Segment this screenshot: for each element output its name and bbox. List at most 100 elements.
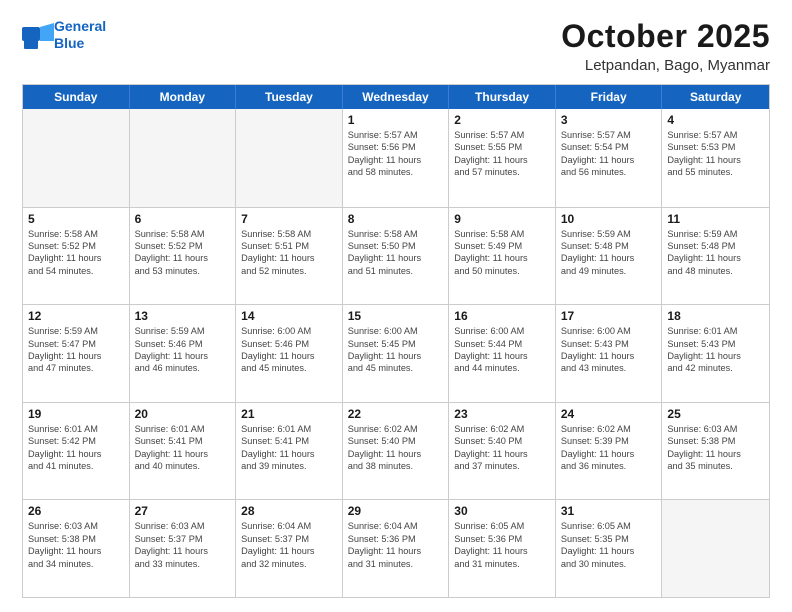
cell-text: Sunrise: 5:59 AMSunset: 5:48 PMDaylight:… — [561, 228, 657, 278]
calendar-cell: 24 Sunrise: 6:02 AMSunset: 5:39 PMDayligh… — [556, 403, 663, 500]
calendar-cell: 28 Sunrise: 6:04 AMSunset: 5:37 PMDayligh… — [236, 500, 343, 597]
day-number: 17 — [561, 309, 657, 323]
day-number: 30 — [454, 504, 550, 518]
cell-text: Sunrise: 6:00 AMSunset: 5:46 PMDaylight:… — [241, 325, 337, 375]
header-day-tuesday: Tuesday — [236, 85, 343, 109]
calendar-row: 26Sunrise: 6:03 AMSunset: 5:38 PMDayligh… — [23, 499, 769, 597]
calendar-cell: 10 Sunrise: 5:59 AMSunset: 5:48 PMDayligh… — [556, 208, 663, 305]
cell-text: Sunrise: 6:02 AMSunset: 5:40 PMDaylight:… — [348, 423, 444, 473]
calendar-cell: 12 Sunrise: 5:59 AMSunset: 5:47 PMDayligh… — [23, 305, 130, 402]
cell-text: Sunrise: 5:58 AMSunset: 5:51 PMDaylight:… — [241, 228, 337, 278]
day-number: 13 — [135, 309, 231, 323]
cell-text: Sunrise: 6:05 AMSunset: 5:35 PMDaylight:… — [561, 520, 657, 570]
cell-text: Sunrise: 6:04 AMSunset: 5:37 PMDaylight:… — [241, 520, 337, 570]
calendar-cell: 4 Sunrise: 5:57 AMSunset: 5:53 PMDaylight… — [662, 109, 769, 207]
cell-text: Sunrise: 5:59 AMSunset: 5:47 PMDaylight:… — [28, 325, 124, 375]
day-number: 4 — [667, 113, 764, 127]
day-number: 8 — [348, 212, 444, 226]
logo-icon — [22, 23, 50, 47]
day-number: 11 — [667, 212, 764, 226]
calendar-cell: 20 Sunrise: 6:01 AMSunset: 5:41 PMDayligh… — [130, 403, 237, 500]
calendar-cell: 14 Sunrise: 6:00 AMSunset: 5:46 PMDayligh… — [236, 305, 343, 402]
cell-text: Sunrise: 5:58 AMSunset: 5:49 PMDaylight:… — [454, 228, 550, 278]
calendar-page: General Blue October 2025 Letpandan, Bag… — [0, 0, 792, 612]
cell-text: Sunrise: 6:03 AMSunset: 5:38 PMDaylight:… — [667, 423, 764, 473]
calendar-row: 12 Sunrise: 5:59 AMSunset: 5:47 PMDayligh… — [23, 304, 769, 402]
calendar-cell: 1 Sunrise: 5:57 AMSunset: 5:56 PMDaylight… — [343, 109, 450, 207]
day-number: 2 — [454, 113, 550, 127]
cell-text: Sunrise: 6:03 AMSunset: 5:37 PMDaylight:… — [135, 520, 231, 570]
header-day-wednesday: Wednesday — [343, 85, 450, 109]
calendar-header: SundayMondayTuesdayWednesdayThursdayFrid… — [23, 85, 769, 109]
cell-text: Sunrise: 6:01 AMSunset: 5:41 PMDaylight:… — [135, 423, 231, 473]
calendar: SundayMondayTuesdayWednesdayThursdayFrid… — [22, 84, 770, 598]
cell-text: Sunrise: 6:00 AMSunset: 5:44 PMDaylight:… — [454, 325, 550, 375]
day-number: 14 — [241, 309, 337, 323]
title-block: October 2025 Letpandan, Bago, Myanmar — [561, 18, 770, 74]
day-number: 28 — [241, 504, 337, 518]
day-number: 23 — [454, 407, 550, 421]
day-number: 22 — [348, 407, 444, 421]
header-day-thursday: Thursday — [449, 85, 556, 109]
calendar-cell — [662, 500, 769, 597]
logo-text: General Blue — [54, 18, 106, 52]
cell-text: Sunrise: 6:02 AMSunset: 5:40 PMDaylight:… — [454, 423, 550, 473]
cell-text: Sunrise: 5:59 AMSunset: 5:48 PMDaylight:… — [667, 228, 764, 278]
calendar-cell — [130, 109, 237, 207]
header-day-sunday: Sunday — [23, 85, 130, 109]
calendar-row: 1 Sunrise: 5:57 AMSunset: 5:56 PMDaylight… — [23, 109, 769, 207]
calendar-cell: 21 Sunrise: 6:01 AMSunset: 5:41 PMDayligh… — [236, 403, 343, 500]
cell-text: Sunrise: 5:57 AMSunset: 5:55 PMDaylight:… — [454, 129, 550, 179]
calendar-cell: 7 Sunrise: 5:58 AMSunset: 5:51 PMDaylight… — [236, 208, 343, 305]
calendar-cell: 3Sunrise: 5:57 AMSunset: 5:54 PMDaylight… — [556, 109, 663, 207]
calendar-cell: 13 Sunrise: 5:59 AMSunset: 5:46 PMDayligh… — [130, 305, 237, 402]
logo: General Blue — [22, 18, 106, 52]
day-number: 1 — [348, 113, 444, 127]
cell-text: Sunrise: 6:00 AMSunset: 5:43 PMDaylight:… — [561, 325, 657, 375]
day-number: 20 — [135, 407, 231, 421]
day-number: 27 — [135, 504, 231, 518]
day-number: 21 — [241, 407, 337, 421]
calendar-cell: 2 Sunrise: 5:57 AMSunset: 5:55 PMDaylight… — [449, 109, 556, 207]
day-number: 24 — [561, 407, 657, 421]
calendar-cell: 27 Sunrise: 6:03 AMSunset: 5:37 PMDayligh… — [130, 500, 237, 597]
cell-text: Sunrise: 5:57 AMSunset: 5:56 PMDaylight:… — [348, 129, 444, 179]
cell-text: Sunrise: 5:57 AMSunset: 5:53 PMDaylight:… — [667, 129, 764, 179]
calendar-cell: 5 Sunrise: 5:58 AMSunset: 5:52 PMDaylight… — [23, 208, 130, 305]
cell-text: Sunrise: 5:58 AMSunset: 5:52 PMDaylight:… — [28, 228, 124, 278]
day-number: 31 — [561, 504, 657, 518]
page-header: General Blue October 2025 Letpandan, Bag… — [22, 18, 770, 74]
cell-text: Sunrise: 6:05 AMSunset: 5:36 PMDaylight:… — [454, 520, 550, 570]
calendar-cell: 9Sunrise: 5:58 AMSunset: 5:49 PMDaylight… — [449, 208, 556, 305]
calendar-cell: 31 Sunrise: 6:05 AMSunset: 5:35 PMDayligh… — [556, 500, 663, 597]
calendar-cell: 30 Sunrise: 6:05 AMSunset: 5:36 PMDayligh… — [449, 500, 556, 597]
cell-text: Sunrise: 5:59 AMSunset: 5:46 PMDaylight:… — [135, 325, 231, 375]
day-number: 12 — [28, 309, 124, 323]
cell-text: Sunrise: 6:04 AMSunset: 5:36 PMDaylight:… — [348, 520, 444, 570]
day-number: 18 — [667, 309, 764, 323]
calendar-body: 1 Sunrise: 5:57 AMSunset: 5:56 PMDaylight… — [23, 109, 769, 597]
day-number: 16 — [454, 309, 550, 323]
day-number: 26 — [28, 504, 124, 518]
month-title: October 2025 — [561, 18, 770, 55]
calendar-cell: 6Sunrise: 5:58 AMSunset: 5:52 PMDaylight… — [130, 208, 237, 305]
calendar-cell: 29Sunrise: 6:04 AMSunset: 5:36 PMDayligh… — [343, 500, 450, 597]
cell-text: Sunrise: 6:01 AMSunset: 5:41 PMDaylight:… — [241, 423, 337, 473]
day-number: 7 — [241, 212, 337, 226]
calendar-cell: 23 Sunrise: 6:02 AMSunset: 5:40 PMDayligh… — [449, 403, 556, 500]
cell-text: Sunrise: 6:00 AMSunset: 5:45 PMDaylight:… — [348, 325, 444, 375]
header-day-saturday: Saturday — [662, 85, 769, 109]
calendar-cell: 11 Sunrise: 5:59 AMSunset: 5:48 PMDayligh… — [662, 208, 769, 305]
cell-text: Sunrise: 6:02 AMSunset: 5:39 PMDaylight:… — [561, 423, 657, 473]
cell-text: Sunrise: 6:01 AMSunset: 5:42 PMDaylight:… — [28, 423, 124, 473]
cell-text: Sunrise: 6:01 AMSunset: 5:43 PMDaylight:… — [667, 325, 764, 375]
day-number: 3 — [561, 113, 657, 127]
calendar-cell: 19Sunrise: 6:01 AMSunset: 5:42 PMDayligh… — [23, 403, 130, 500]
calendar-cell: 16 Sunrise: 6:00 AMSunset: 5:44 PMDayligh… — [449, 305, 556, 402]
day-number: 5 — [28, 212, 124, 226]
day-number: 10 — [561, 212, 657, 226]
calendar-cell: 25Sunrise: 6:03 AMSunset: 5:38 PMDayligh… — [662, 403, 769, 500]
header-day-friday: Friday — [556, 85, 663, 109]
calendar-cell: 22 Sunrise: 6:02 AMSunset: 5:40 PMDayligh… — [343, 403, 450, 500]
calendar-cell: 17 Sunrise: 6:00 AMSunset: 5:43 PMDayligh… — [556, 305, 663, 402]
